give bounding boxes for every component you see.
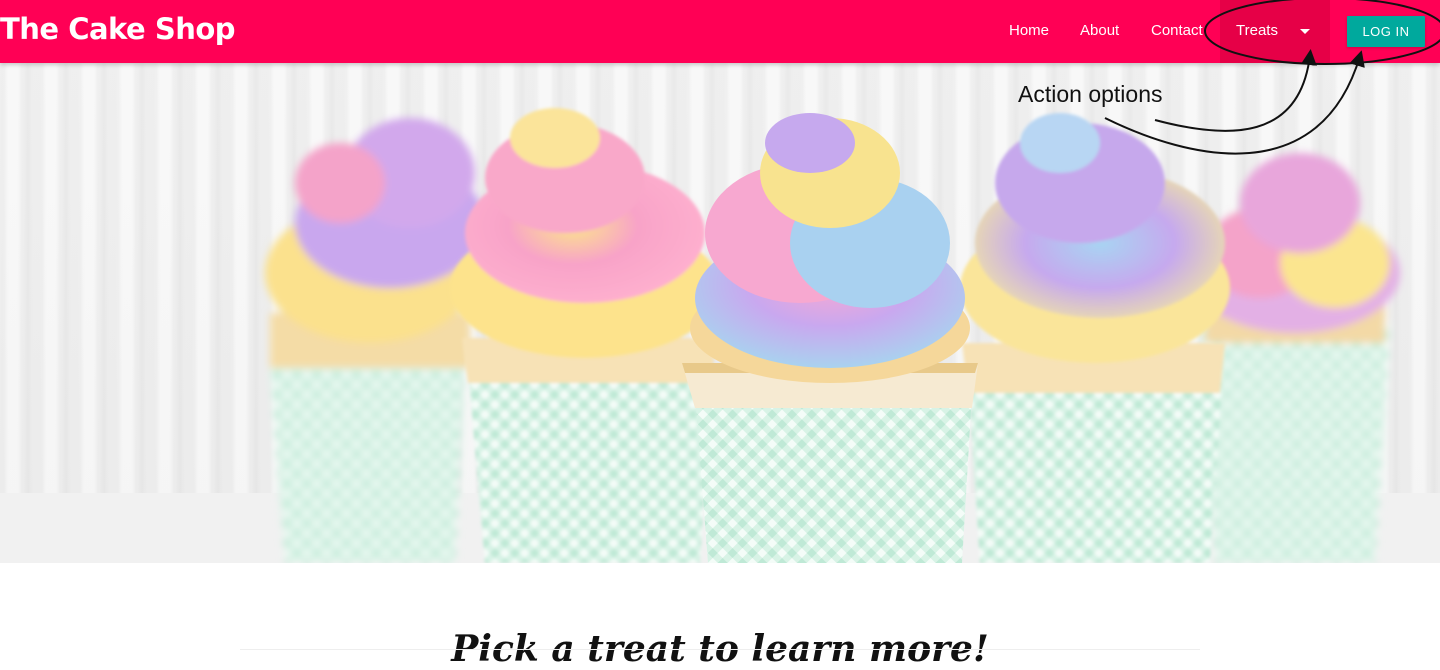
- login-button[interactable]: LOG IN: [1347, 16, 1425, 47]
- treats-dropdown[interactable]: Treats: [1220, 0, 1330, 63]
- nav-about-link[interactable]: About: [1080, 22, 1119, 39]
- treats-dropdown-label: Treats: [1236, 22, 1278, 39]
- annotation-label: Action options: [1018, 81, 1163, 107]
- cupcakes-photo: [0, 63, 1440, 563]
- navbar: The Cake Shop Home About Contact Treats …: [0, 0, 1440, 63]
- caret-down-icon: [1300, 29, 1310, 34]
- nav-contact-link[interactable]: Contact: [1151, 22, 1203, 39]
- nav-home-link[interactable]: Home: [1009, 22, 1049, 39]
- divider: [240, 649, 1200, 650]
- brand-logo[interactable]: The Cake Shop: [0, 12, 236, 46]
- hero-image: [0, 63, 1440, 563]
